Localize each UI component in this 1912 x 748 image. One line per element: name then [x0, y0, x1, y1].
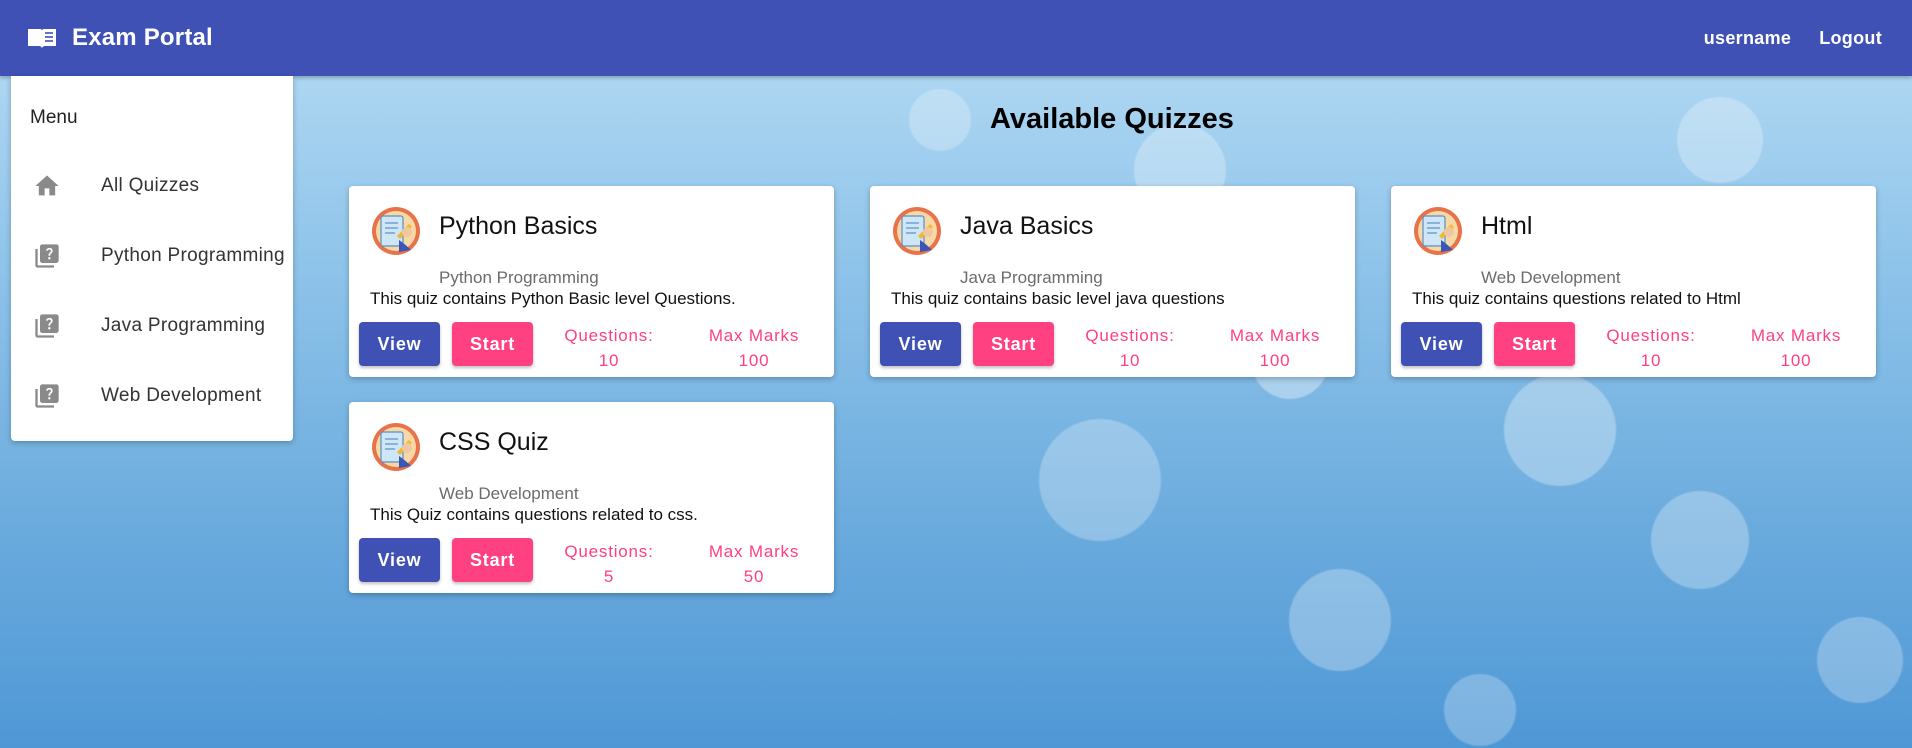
max-marks-label: Max Marks — [708, 542, 800, 561]
questions-label: Questions: — [1606, 326, 1696, 345]
quiz-category: Python Programming — [439, 268, 599, 287]
quiz-avatar-icon — [1413, 206, 1463, 256]
sidebar-item-label: Java Programming — [101, 315, 266, 336]
max-marks-label: Max Marks — [1229, 326, 1321, 345]
start-button[interactable]: Start — [452, 322, 533, 366]
brand[interactable]: Exam Portal — [26, 24, 213, 52]
username-link[interactable]: username — [1704, 28, 1791, 49]
questions-label: Questions: — [564, 542, 654, 561]
max-marks: Max Marks 100 — [1731, 323, 1861, 373]
sidebar-item-python-programming[interactable]: Python Programming — [11, 228, 293, 284]
home-icon — [35, 175, 59, 196]
quiz-card: Python Basics Python Programming This qu… — [349, 186, 834, 377]
menu-heading: Menu — [30, 107, 78, 128]
questions-value: 10 — [1640, 351, 1662, 370]
max-marks: Max Marks 100 — [1210, 323, 1340, 373]
quiz-category: Web Development — [439, 484, 579, 503]
quiz-icon — [33, 382, 61, 410]
quiz-description: This quiz contains basic level java ques… — [891, 289, 1225, 308]
sidebar-item-label: Web Development — [101, 385, 262, 406]
questions-label: Questions: — [564, 326, 654, 345]
questions-count: Questions: 10 — [1066, 323, 1194, 373]
start-button[interactable]: Start — [973, 322, 1054, 366]
quiz-category: Java Programming — [960, 268, 1103, 287]
quiz-title: Java Basics — [960, 212, 1094, 240]
questions-count: Questions: 5 — [545, 539, 673, 589]
sidebar-item-java-programming[interactable]: Java Programming — [11, 298, 293, 354]
max-marks-value: 50 — [743, 567, 765, 586]
top-toolbar: Exam Portal username Logout — [0, 0, 1912, 76]
start-button[interactable]: Start — [1494, 322, 1575, 366]
quiz-description: This quiz contains questions related to … — [1412, 289, 1741, 308]
questions-value: 10 — [598, 351, 620, 370]
view-button[interactable]: View — [880, 322, 961, 366]
questions-value: 10 — [1119, 351, 1141, 370]
questions-label: Questions: — [1085, 326, 1175, 345]
view-button[interactable]: View — [1401, 322, 1482, 366]
questions-count: Questions: 10 — [1587, 323, 1715, 373]
sidebar-item-web-development[interactable]: Web Development — [11, 368, 293, 424]
quiz-title: Html — [1481, 212, 1533, 240]
quiz-description: This Quiz contains questions related to … — [370, 505, 698, 524]
quiz-avatar-icon — [371, 206, 421, 256]
quiz-avatar-icon — [371, 422, 421, 472]
sidebar-item-all-quizzes[interactable]: All Quizzes — [11, 158, 293, 214]
sidebar-item-label: Python Programming — [101, 245, 285, 266]
quiz-category: Web Development — [1481, 268, 1621, 287]
questions-value: 5 — [603, 567, 615, 586]
max-marks-label: Max Marks — [1750, 326, 1842, 345]
sidebar-item-label: All Quizzes — [101, 175, 200, 196]
max-marks-value: 100 — [1780, 351, 1812, 370]
quiz-card: Java Basics Java Programming This quiz c… — [870, 186, 1355, 377]
view-button[interactable]: View — [359, 322, 440, 366]
top-actions: username Logout — [1704, 28, 1882, 49]
view-button[interactable]: View — [359, 538, 440, 582]
questions-count: Questions: 10 — [545, 323, 673, 373]
side-menu: Menu All Quizzes Python Programming Java… — [11, 76, 293, 441]
quiz-description: This quiz contains Python Basic level Qu… — [370, 289, 736, 308]
page-title: Available Quizzes — [990, 103, 1234, 135]
quiz-icon — [33, 312, 61, 340]
start-button[interactable]: Start — [452, 538, 533, 582]
quiz-avatar-icon — [892, 206, 942, 256]
max-marks-value: 100 — [738, 351, 770, 370]
max-marks-value: 100 — [1259, 351, 1291, 370]
quiz-icon — [33, 242, 61, 270]
quiz-title: CSS Quiz — [439, 428, 549, 456]
max-marks: Max Marks 100 — [689, 323, 819, 373]
book-icon — [28, 29, 56, 48]
max-marks: Max Marks 50 — [689, 539, 819, 589]
app-title: Exam Portal — [72, 24, 213, 51]
logout-button[interactable]: Logout — [1819, 28, 1882, 49]
max-marks-label: Max Marks — [708, 326, 800, 345]
quiz-card: Html Web Development This quiz contains … — [1391, 186, 1876, 377]
quiz-title: Python Basics — [439, 212, 598, 240]
quiz-card: CSS Quiz Web Development This Quiz conta… — [349, 402, 834, 593]
